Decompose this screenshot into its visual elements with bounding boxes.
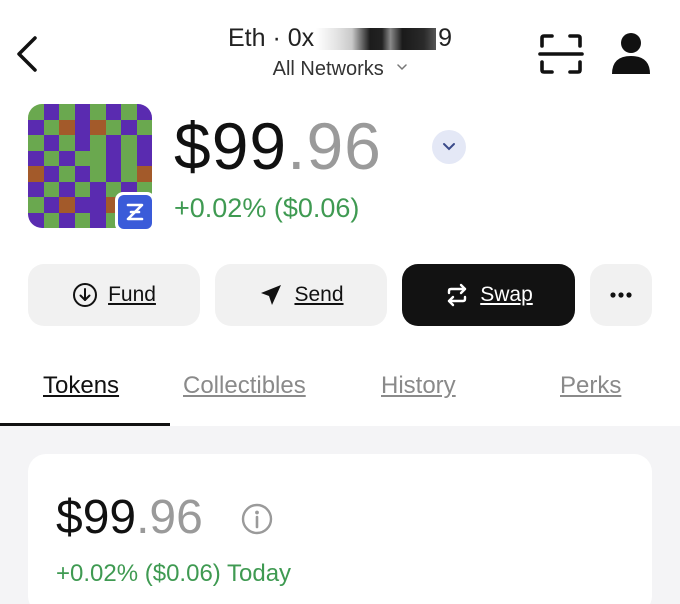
swap-arrows-icon: [448, 283, 467, 307]
swap-label: Swap: [480, 283, 533, 306]
arrow-down-circle-icon: [73, 283, 98, 307]
fund-button[interactable]: Fund: [28, 264, 200, 326]
portfolio-change: +0.02% ($0.06) Today: [56, 560, 292, 587]
balance-fraction: .96: [287, 109, 382, 183]
network-selector[interactable]: All Networks: [240, 58, 440, 81]
send-button[interactable]: Send: [215, 264, 387, 326]
tab-tokens[interactable]: Tokens: [43, 372, 119, 400]
balance-whole: $99: [174, 109, 288, 183]
wallet-logo-icon: [126, 203, 144, 221]
balance-options-button[interactable]: [432, 130, 466, 164]
total-balance: $99.96: [174, 108, 382, 184]
info-button[interactable]: [240, 502, 274, 536]
wallet-badge: [115, 192, 155, 232]
person-icon: [612, 33, 650, 74]
balance-change: +0.02% ($0.06): [174, 193, 360, 223]
ellipsis-icon: [610, 292, 632, 298]
tab-collectibles[interactable]: Collectibles: [183, 372, 306, 400]
tab-history[interactable]: History: [381, 372, 456, 400]
portfolio-balance-whole: $99: [56, 491, 137, 544]
chevron-left-icon: [17, 36, 37, 72]
scan-button[interactable]: [538, 32, 584, 76]
more-actions-button[interactable]: [590, 264, 652, 326]
swap-button[interactable]: Swap: [402, 264, 575, 326]
top-bar: Eth · 0x 9 All Networks: [0, 0, 680, 100]
chevron-down-icon: [443, 143, 455, 151]
address-redaction: [316, 28, 437, 51]
tab-perks[interactable]: Perks: [560, 372, 621, 400]
profile-button[interactable]: [606, 30, 656, 76]
account-name: Eth · 0x: [227, 24, 315, 52]
account-address-suffix: 9: [438, 24, 453, 52]
scan-qr-icon: [538, 34, 584, 74]
send-label: Send: [294, 283, 344, 306]
portfolio-balance: $99.96: [56, 490, 203, 545]
back-button[interactable]: [12, 34, 42, 74]
fund-label: Fund: [108, 283, 156, 306]
portfolio-balance-fraction: .96: [136, 491, 203, 544]
paper-plane-icon: [261, 285, 282, 305]
network-label: All Networks: [272, 58, 384, 80]
chevron-down-icon: [397, 64, 408, 71]
info-icon: [241, 503, 273, 535]
account-selector[interactable]: Eth · 0x 9: [200, 24, 480, 53]
